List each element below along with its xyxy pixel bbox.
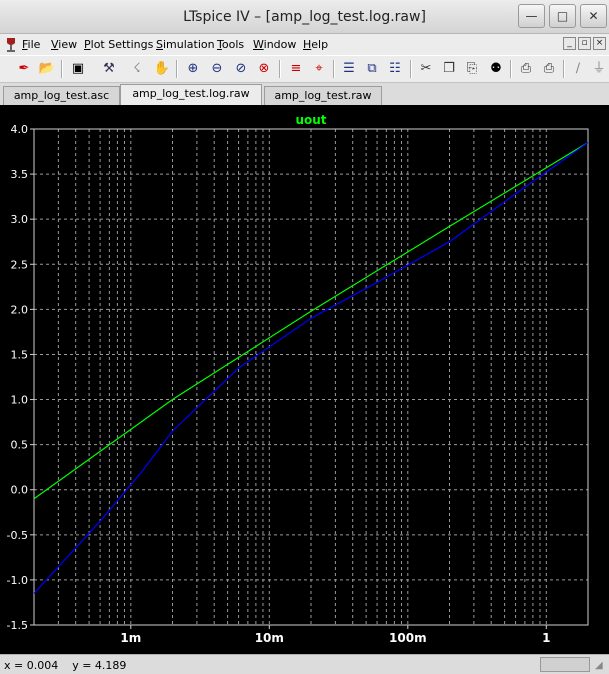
menu-window[interactable]: Window — [253, 38, 296, 51]
new-schematic-icon[interactable]: ✒ — [14, 59, 34, 79]
zoom-fit-icon[interactable]: ⊘ — [231, 59, 251, 79]
title-bar: LTspice IV – [amp_log_test.log.raw] — □ … — [0, 0, 609, 34]
menu-bar: File View Plot Settings Simulation Tools… — [0, 34, 609, 55]
doc-minimize-button[interactable]: _ — [563, 37, 576, 50]
zoom-cancel-icon[interactable]: ⊗ — [254, 59, 274, 79]
toolbar: ✒ 📂 ▣ ⚒ ☇ ✋ ⊕ ⊖ ⊘ ⊗ ≡ ⌖ ☰ ⧉ ☷ ✂ ❐ ⎘ ⚉ ⎙ … — [0, 55, 609, 83]
menu-simulation-label: imulation — [162, 38, 215, 51]
maximize-button[interactable]: □ — [549, 4, 576, 28]
tab-amp-log-test-log-raw[interactable]: amp_log_test.log.raw — [120, 84, 262, 105]
y-tick-label: 3.0 — [11, 213, 29, 226]
tab-amp-log-test-asc[interactable]: amp_log_test.asc — [3, 86, 120, 105]
y-tick-label: 1.0 — [11, 394, 29, 407]
y-tick-label: 0.5 — [11, 439, 29, 452]
menu-plot-settings[interactable]: Plot Settings — [84, 38, 153, 51]
menu-window-label: indow — [263, 38, 297, 51]
document-tabs: amp_log_test.asc amp_log_test.log.raw am… — [0, 83, 609, 105]
waveform-plot-pane[interactable]: 4.0 3.5 3.0 2.5 2.0 1.5 1.0 0.5 0.0 -0.5 -1.0 -1.5 1… — [0, 105, 609, 654]
y-tick-label: 2.0 — [11, 303, 29, 316]
x-tick-label: 1m — [120, 631, 141, 645]
tile-vertical-icon[interactable]: ☷ — [385, 59, 405, 79]
open-icon[interactable]: 📂 — [37, 59, 57, 79]
y-tick-label: 2.5 — [11, 258, 29, 271]
y-tick-label: -0.5 — [7, 529, 28, 542]
menu-help-label: elp — [311, 38, 329, 51]
x-tick-label: 100m — [389, 631, 427, 645]
autorange-icon[interactable]: ≡ — [286, 59, 306, 79]
copy-icon[interactable]: ❐ — [439, 59, 459, 79]
halt-icon[interactable]: ✋ — [152, 59, 172, 79]
menu-file-label: ile — [27, 38, 41, 51]
minimize-button[interactable]: — — [518, 4, 545, 28]
doc-restore-button[interactable]: ▫ — [578, 37, 591, 50]
cascade-icon[interactable]: ⧉ — [362, 59, 382, 79]
zoom-out-icon[interactable]: ⊖ — [207, 59, 227, 79]
menu-file[interactable]: File — [22, 38, 40, 51]
toolbar-separator — [61, 60, 63, 78]
y-tick-label: -1.0 — [7, 574, 28, 587]
print-preview-icon[interactable]: ⎙ — [516, 59, 536, 79]
x-tick-label: 10m — [255, 631, 284, 645]
paste-icon[interactable]: ⎘ — [462, 59, 482, 79]
tab-amp-log-test-raw[interactable]: amp_log_test.raw — [264, 86, 382, 105]
draw-wire-icon[interactable]: ∕ — [568, 59, 588, 79]
y-tick-label: -1.5 — [7, 619, 28, 632]
find-icon[interactable]: ⚉ — [486, 59, 506, 79]
print-icon[interactable]: ⎙ — [539, 59, 559, 79]
menu-simulation[interactable]: Simulation — [156, 38, 215, 51]
resize-grip-icon[interactable]: ◢ — [595, 660, 607, 672]
control-panel-icon[interactable]: ⚒ — [99, 59, 119, 79]
menu-simulation-key: S — [156, 38, 163, 51]
menu-plot-settings-label: lot Settings — [90, 38, 154, 51]
toolbar-separator — [176, 60, 178, 78]
ground-icon[interactable]: ⏚ — [589, 59, 609, 79]
x-tick-label: 1 — [542, 631, 550, 645]
close-button[interactable]: ✕ — [580, 4, 607, 28]
toolbar-separator — [510, 60, 512, 78]
status-bar: x = 0.004 y = 4.189 ◢ — [0, 654, 609, 674]
run-icon[interactable]: ☇ — [127, 59, 147, 79]
y-tick-label: 0.0 — [11, 484, 29, 497]
menu-help[interactable]: Help — [303, 38, 328, 51]
status-panel — [540, 657, 590, 672]
toolbar-separator — [279, 60, 281, 78]
y-tick-label: 1.5 — [11, 348, 29, 361]
probe-icon[interactable]: ⌖ — [309, 59, 329, 79]
menu-window-key: W — [253, 38, 264, 51]
menu-view-label: iew — [58, 38, 78, 51]
y-tick-label: 4.0 — [11, 123, 29, 136]
tile-horizontal-icon[interactable]: ☰ — [339, 59, 359, 79]
trace-label-uout: uout — [295, 113, 326, 127]
cut-icon[interactable]: ✂ — [416, 59, 436, 79]
menu-view[interactable]: View — [51, 38, 77, 51]
doc-close-button[interactable]: × — [593, 37, 606, 50]
toolbar-separator — [333, 60, 335, 78]
cursor-readout: x = 0.004 y = 4.189 — [4, 659, 127, 672]
toolbar-separator — [563, 60, 565, 78]
save-icon[interactable]: ▣ — [68, 59, 88, 79]
zoom-in-icon[interactable]: ⊕ — [183, 59, 203, 79]
menu-plot-settings-key: P — [84, 38, 91, 51]
ltspice-app-icon[interactable] — [4, 37, 18, 52]
y-tick-label: 3.5 — [11, 168, 29, 181]
waveform-chart[interactable]: 4.0 3.5 3.0 2.5 2.0 1.5 1.0 0.5 0.0 -0.5 -1.0 -1.5 1… — [0, 105, 609, 654]
toolbar-separator — [410, 60, 412, 78]
menu-tools-label: ools — [221, 38, 245, 51]
menu-tools[interactable]: Tools — [217, 38, 244, 51]
